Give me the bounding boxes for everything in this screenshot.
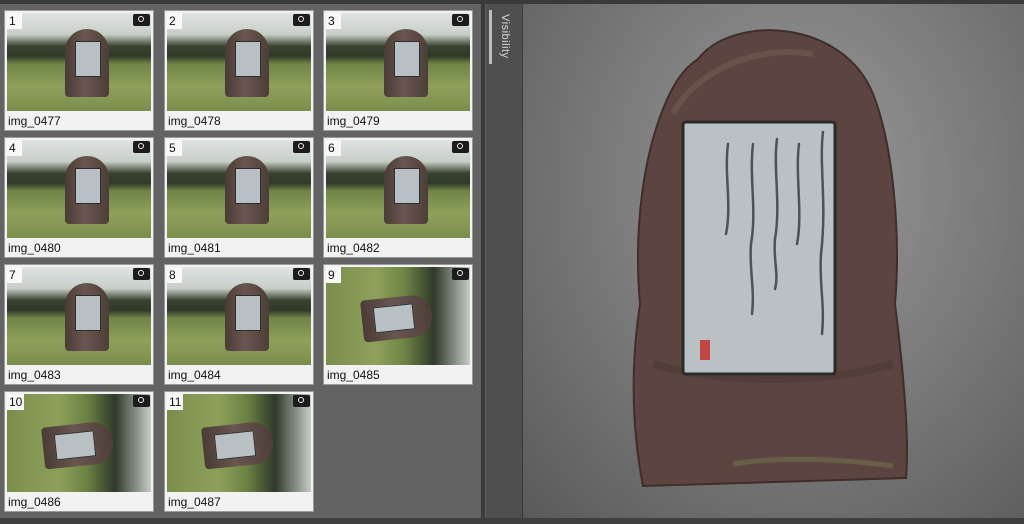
- thumbnail-photo: [326, 13, 470, 111]
- thumbnail-6[interactable]: 6 img_0482: [323, 137, 473, 258]
- thumbnail-label: img_0479: [327, 114, 380, 128]
- thumbnail-number: 2: [167, 13, 182, 29]
- thumbnail-number: 11: [167, 394, 184, 410]
- camera-icon: [293, 141, 310, 153]
- thumbnail-photo: [326, 267, 470, 365]
- thumbnail-1[interactable]: 1 img_0477: [4, 10, 154, 131]
- camera-icon: [293, 14, 310, 26]
- camera-icon: [133, 14, 150, 26]
- thumbnail-label: img_0486: [8, 495, 61, 509]
- thumbnail-number: 7: [7, 267, 22, 283]
- thumbnail-number: 8: [167, 267, 182, 283]
- panel-splitter[interactable]: [481, 4, 485, 518]
- thumbnail-photo: [7, 267, 151, 365]
- thumbnail-label: img_0487: [168, 495, 221, 509]
- thumbnail-photo: [167, 13, 311, 111]
- thumbnail-photo: [326, 140, 470, 238]
- thumbnail-number: 9: [326, 267, 341, 283]
- thumbnail-number: 6: [326, 140, 341, 156]
- thumbnail-label: img_0484: [168, 368, 221, 382]
- camera-icon: [133, 141, 150, 153]
- thumbnail-5[interactable]: 5 img_0481: [164, 137, 314, 258]
- thumbnail-photo: [7, 394, 151, 492]
- thumbnail-number: 4: [7, 140, 22, 156]
- thumbnail-photo: [7, 140, 151, 238]
- thumbnail-2[interactable]: 2 img_0478: [164, 10, 314, 131]
- status-strip: [0, 518, 1024, 524]
- thumbnail-7[interactable]: 7 img_0483: [4, 264, 154, 385]
- thumbnail-4[interactable]: 4 img_0480: [4, 137, 154, 258]
- thumbnail-label: img_0477: [8, 114, 61, 128]
- thumbnail-3[interactable]: 3 img_0479: [323, 10, 473, 131]
- thumbnail-number: 10: [7, 394, 25, 410]
- camera-icon: [293, 268, 310, 280]
- thumbnail-label: img_0482: [327, 241, 380, 255]
- thumbnail-label: img_0478: [168, 114, 221, 128]
- thumbnail-label: img_0485: [327, 368, 380, 382]
- image-gallery-panel: 1 img_0477 2 img_0478 3 img_0479 4 img_0…: [0, 4, 480, 518]
- thumbnail-photo: [167, 394, 311, 492]
- camera-icon: [452, 268, 469, 280]
- thumbnail-number: 5: [167, 140, 182, 156]
- camera-icon: [133, 268, 150, 280]
- tab-accent: [489, 10, 492, 64]
- camera-icon: [133, 395, 150, 407]
- thumbnail-number: 3: [326, 13, 341, 29]
- thumbnail-11[interactable]: 11 img_0487: [164, 391, 314, 512]
- thumbnail-photo: [7, 13, 151, 111]
- thumbnail-8[interactable]: 8 img_0484: [164, 264, 314, 385]
- camera-icon: [452, 141, 469, 153]
- camera-icon: [293, 395, 310, 407]
- thumbnail-label: img_0480: [8, 241, 61, 255]
- thumbnail-10[interactable]: 10 img_0486: [4, 391, 154, 512]
- thumbnail-photo: [167, 140, 311, 238]
- thumbnail-label: img_0481: [168, 241, 221, 255]
- visibility-tab-label[interactable]: Visibility: [499, 14, 511, 59]
- thumbnail-label: img_0483: [8, 368, 61, 382]
- thumbnail-number: 1: [7, 13, 22, 29]
- stone-monument-model: [632, 29, 908, 488]
- visibility-side-tab[interactable]: Visibility: [486, 4, 523, 518]
- 3d-viewport[interactable]: [523, 4, 1024, 518]
- thumbnail-9[interactable]: 9 img_0485: [323, 264, 473, 385]
- thumbnail-photo: [167, 267, 311, 365]
- camera-icon: [452, 14, 469, 26]
